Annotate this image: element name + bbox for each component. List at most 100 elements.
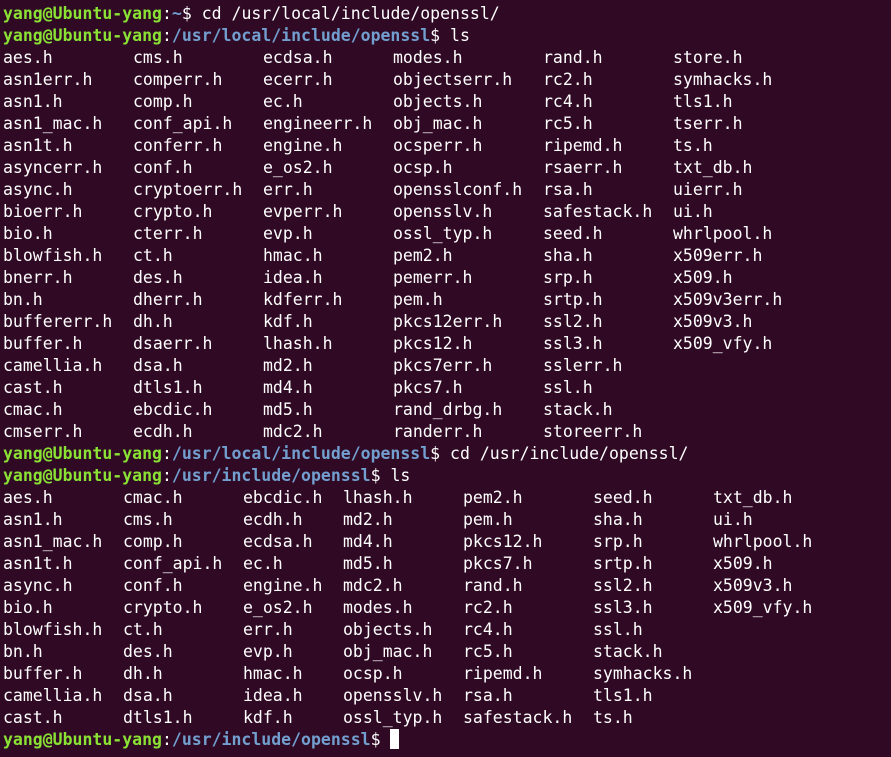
file-entry: engineerr.h (263, 114, 373, 133)
file-entry: conf.h (123, 576, 183, 595)
file-entry: dsa.h (123, 686, 173, 705)
file-entry: cmac.h (123, 488, 183, 507)
file-entry: ct.h (133, 246, 173, 265)
file-entry: asyncerr.h (3, 158, 103, 177)
terminal-window[interactable]: yang@Ubuntu-yang:~$ cd /usr/local/includ… (3, 3, 889, 755)
prompt-colon: : (161, 466, 172, 485)
file-entry: pkcs12err.h (393, 312, 503, 331)
file-entry: kdf.h (243, 708, 293, 727)
file-entry: lhash.h (263, 334, 333, 353)
file-entry: objects.h (343, 620, 433, 639)
file-entry: tserr.h (673, 114, 743, 133)
file-entry: kdferr.h (263, 290, 343, 309)
file-entry: md2.h (343, 510, 393, 529)
file-entry: seed.h (543, 224, 603, 243)
file-entry: bnerr.h (3, 268, 73, 287)
file-entry: cms.h (123, 510, 173, 529)
command-value: cd /usr/local/include/openssl/ (201, 4, 500, 23)
file-entry: rc4.h (543, 92, 593, 111)
file-entry: bn.h (3, 642, 43, 661)
file-entry: ripemd.h (543, 136, 623, 155)
file-entry: rc4.h (463, 620, 513, 639)
file-entry: asn1_mac.h (3, 532, 103, 551)
file-entry: ecdsa.h (243, 532, 313, 551)
prompt-line: yang@Ubuntu-yang:~$ cd /usr/local/includ… (3, 3, 889, 25)
file-entry: cryptoerr.h (133, 180, 243, 199)
listing-row: camellia.h dsa.h md2.h pkcs7err.h sslerr.h (3, 355, 889, 377)
file-entry: conferr.h (133, 136, 223, 155)
file-entry: comp.h (133, 92, 193, 111)
listing-row: asn1_mac.h conf_api.h engineerr.h obj_mac.h… (3, 113, 889, 135)
file-entry: ssl.h (543, 378, 593, 397)
listing-row: camellia.h dsa.h idea.h opensslv.h rsa.h tls1… (3, 685, 889, 707)
file-entry: des.h (133, 268, 183, 287)
file-entry: x509v3.h (673, 312, 753, 331)
file-entry: rand.h (543, 48, 603, 67)
file-entry: ui.h (713, 510, 753, 529)
prompt-colon: : (161, 730, 172, 749)
prompt-user-host: yang@Ubuntu-yang (3, 730, 162, 749)
file-entry: store.h (673, 48, 743, 67)
listing-row: asn1_mac.h comp.h ecdsa.h md4.h pkcs12.h srp.… (3, 531, 889, 553)
file-entry: cmserr.h (3, 422, 83, 441)
command-text: cd /usr/include/openssl/ (440, 444, 688, 463)
file-entry: ocsp.h (393, 158, 453, 177)
file-entry: cmac.h (3, 400, 63, 419)
active-prompt-line[interactable]: yang@Ubuntu-yang:/usr/include/openssl$ (3, 729, 889, 751)
file-entry: async.h (3, 576, 73, 595)
file-entry: idea.h (263, 268, 323, 287)
listing-row: asn1err.h comperr.h ecerr.h objectserr.h rc2… (3, 69, 889, 91)
listing-row: buffererr.h dh.h kdf.h pkcs12err.h ssl2.h x50… (3, 311, 889, 333)
file-entry: ec.h (263, 92, 303, 111)
file-entry: aes.h (3, 48, 53, 67)
file-entry: x509.h (673, 268, 733, 287)
file-entry: dh.h (133, 312, 173, 331)
file-entry: ecdh.h (133, 422, 193, 441)
file-entry: hmac.h (243, 664, 303, 683)
file-entry: rand_drbg.h (393, 400, 503, 419)
file-entry: ts.h (673, 136, 713, 155)
file-entry: symhacks.h (593, 664, 693, 683)
file-entry: ossl_typ.h (343, 708, 443, 727)
file-entry: cast.h (3, 378, 63, 397)
file-entry: asn1.h (3, 510, 63, 529)
file-entry: md4.h (263, 378, 313, 397)
file-entry: tls1.h (593, 686, 653, 705)
file-entry: x509_vfy.h (673, 334, 773, 353)
file-entry: storeerr.h (543, 422, 643, 441)
file-entry: ocsperr.h (393, 136, 483, 155)
file-entry: randerr.h (393, 422, 483, 441)
file-entry: engine.h (243, 576, 323, 595)
file-entry: md4.h (343, 532, 393, 551)
file-entry: ecdh.h (243, 510, 303, 529)
file-entry: srtp.h (593, 554, 653, 573)
listing-row: buffer.h dsaerr.h lhash.h pkcs12.h ssl3.h x50… (3, 333, 889, 355)
file-entry: cterr.h (133, 224, 203, 243)
prompt-path: ~ (171, 4, 182, 23)
file-entry: e_os2.h (263, 158, 333, 177)
command-value: ls (450, 26, 470, 45)
file-entry: asn1_mac.h (3, 114, 103, 133)
listing-row: asn1.h comp.h ec.h objects.h rc4.h tls1.h (3, 91, 889, 113)
listing-row: asyncerr.h conf.h e_os2.h ocsp.h rsaerr.h txt… (3, 157, 889, 179)
file-entry: kdf.h (263, 312, 313, 331)
file-entry: pkcs7.h (393, 378, 463, 397)
file-entry: rsa.h (543, 180, 593, 199)
file-entry: evp.h (263, 224, 313, 243)
listing-row: bn.h dherr.h kdferr.h pem.h srtp.h x509v3err.… (3, 289, 889, 311)
file-entry: x509err.h (673, 246, 763, 265)
listing-row: cmserr.h ecdh.h mdc2.h randerr.h storeerr.h (3, 421, 889, 443)
file-entry: stack.h (543, 400, 613, 419)
listing-row: bnerr.h des.h idea.h pemerr.h srp.h x509.h (3, 267, 889, 289)
file-entry: des.h (123, 642, 173, 661)
file-entry: rc5.h (463, 642, 513, 661)
file-entry: ripemd.h (463, 664, 543, 683)
file-entry: camellia.h (3, 356, 103, 375)
file-entry: asn1t.h (3, 136, 73, 155)
file-entry: whrlpool.h (673, 224, 773, 243)
prompt-path: /usr/local/include/openssl (171, 444, 431, 463)
file-entry: cms.h (133, 48, 183, 67)
file-entry: rsaerr.h (543, 158, 623, 177)
listing-row: cmac.h ebcdic.h md5.h rand_drbg.h stack.h (3, 399, 889, 421)
file-entry: md2.h (263, 356, 313, 375)
